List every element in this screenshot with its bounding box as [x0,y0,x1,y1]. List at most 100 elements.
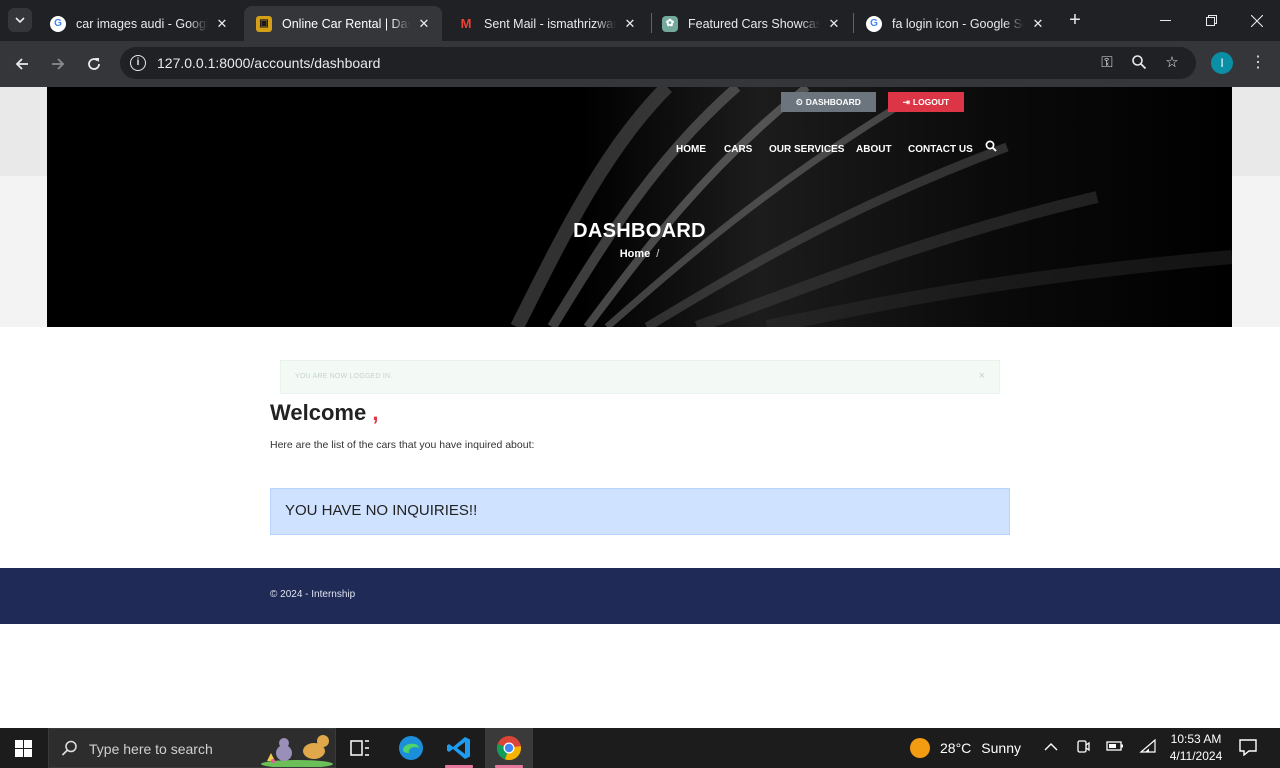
nav-home[interactable]: HOME [676,142,706,156]
battery-icon[interactable] [1106,739,1124,757]
bookmark-star-icon[interactable]: ☆ [1163,54,1181,72]
tab-search-button[interactable] [8,8,32,32]
welcome-comma: , [372,400,379,425]
dashboard-icon: ⏲ [796,96,803,107]
meet-now-icon[interactable] [1074,739,1092,757]
browser-tab[interactable]: ✿ Featured Cars Showcase ✕ [650,6,852,41]
clock-date: 4/11/2024 [1169,749,1223,763]
nav-contact-us[interactable]: CONTACT US [908,142,973,156]
search-placeholder: Type here to search [89,741,213,757]
taskbar-edge[interactable] [387,728,435,768]
dashboard-button-label: DASHBOARD [805,97,861,107]
tab-title: Featured Cars Showcase [688,16,820,31]
restore-button[interactable] [1188,0,1234,41]
reload-icon [88,58,100,70]
taskbar-vscode[interactable] [435,728,483,768]
arrow-left-icon [15,58,28,70]
chevron-up-icon[interactable] [1042,739,1060,757]
restore-icon [1205,15,1217,26]
forward-button[interactable] [44,50,72,78]
hero-background-art [47,87,1232,327]
google-icon: G [866,15,882,32]
taskbar-search-box[interactable]: Type here to search [48,728,336,768]
breadcrumb-home[interactable]: Home [620,248,651,260]
task-view-icon [350,740,369,756]
welcome-text: Welcome [270,400,367,425]
footer-copyright: © 2024 - Internship [270,589,356,600]
browser-tab[interactable]: M Sent Mail - ismathrizwana ✕ [446,6,648,41]
tab-title: Sent Mail - ismathrizwana [484,16,616,31]
no-inquiries-alert: YOU HAVE NO INQUIRIES!! [270,488,1010,535]
chrome-icon [496,736,521,761]
nav-our-services[interactable]: OUR SERVICES [769,142,844,156]
close-icon[interactable]: ✕ [826,16,842,32]
system-clock[interactable]: 10:53 AM 4/11/2024 [1162,731,1230,765]
site-info-icon[interactable]: i [130,55,146,71]
no-inquiries-text: YOU HAVE NO INQUIRIES!! [285,502,478,519]
logout-button[interactable]: ⇥ LOGOUT [888,92,964,112]
search-icon [61,740,77,756]
weather-condition: Sunny [981,740,1021,756]
wifi-icon[interactable] [1139,738,1157,757]
alert-close-button[interactable]: × [979,370,985,382]
chevron-down-icon [15,17,25,24]
site-logo-icon: ▣ [256,15,272,32]
weather-widget[interactable]: 28°C Sunny [910,738,1021,758]
google-icon: G [50,15,66,32]
back-button[interactable] [8,50,36,78]
close-window-button[interactable] [1234,0,1280,41]
browser-tab-active[interactable]: ▣ Online Car Rental | Dashboard ✕ [244,6,442,41]
search-highlight-pets-illustration [261,735,333,767]
hero-banner: ⏲ DASHBOARD ⇥ LOGOUT HOME CARS OUR SERVI… [47,87,1232,327]
weather-temp: 28°C [940,740,972,756]
page-title: DASHBOARD [573,220,706,242]
clock-time: 10:53 AM [1170,732,1222,746]
zoom-icon[interactable] [1130,54,1148,72]
new-tab-button[interactable]: + [1064,9,1086,31]
sign-out-icon: ⇥ [902,96,910,107]
page-viewport: ⏲ DASHBOARD ⇥ LOGOUT HOME CARS OUR SERVI… [0,87,1280,728]
browser-toolbar: i 127.0.0.1:8000/accounts/dashboard ⚿ ☆ … [0,41,1280,87]
breadcrumb-separator: / [656,248,660,260]
close-icon[interactable]: ✕ [416,16,432,32]
minimize-button[interactable] [1142,0,1188,41]
inquiries-intro: Here are the list of the cars that you h… [270,439,535,451]
gmail-icon: M [460,16,472,31]
browser-tab[interactable]: G car images audi - Google Search ✕ [38,6,240,41]
reload-button[interactable] [80,50,108,78]
logged-in-alert: YOU ARE NOW LOGGED IN. × [280,360,1000,394]
vscode-icon [447,737,470,759]
password-key-icon[interactable]: ⚿ [1098,54,1116,72]
browser-tab-strip: G car images audi - Google Search ✕ ▣ On… [0,0,1280,41]
nav-cars[interactable]: CARS [724,142,752,156]
logout-button-label: LOGOUT [912,97,950,107]
breadcrumb: Home / [47,248,1232,260]
tab-title: Online Car Rental | Dashboard [282,16,410,31]
taskbar-chrome[interactable] [485,728,533,768]
chatgpt-icon: ✿ [662,15,678,32]
address-bar[interactable]: i 127.0.0.1:8000/accounts/dashboard ⚿ ☆ [120,47,1196,79]
tab-title: fa login icon - Google Search [892,16,1024,31]
tab-title: car images audi - Google Search [76,16,208,31]
windows-taskbar: Type here to search 28°C Sunny 10:53 AM … [0,728,1280,768]
dashboard-button[interactable]: ⏲ DASHBOARD [781,92,876,112]
close-icon[interactable]: ✕ [622,16,638,32]
edge-icon [399,736,423,760]
url-text[interactable]: 127.0.0.1:8000/accounts/dashboard [157,55,380,71]
site-footer: © 2024 - Internship [0,568,1280,624]
task-view-button[interactable] [336,728,384,768]
kebab-menu-icon[interactable]: ⋮ [1248,52,1268,74]
nav-about[interactable]: ABOUT [856,142,892,156]
alert-message: YOU ARE NOW LOGGED IN. [295,373,393,380]
close-icon[interactable]: ✕ [214,16,230,32]
windows-start-icon[interactable] [15,740,32,757]
profile-avatar[interactable]: I [1211,52,1233,74]
minimize-icon [1159,20,1171,21]
notification-icon[interactable] [1238,738,1258,757]
browser-tab[interactable]: G fa login icon - Google Search ✕ [854,6,1056,41]
search-icon[interactable] [985,140,999,154]
arrow-right-icon [52,58,65,70]
magnifier-icon [1132,55,1147,70]
close-icon[interactable]: ✕ [1030,16,1046,32]
close-icon [1251,14,1263,27]
